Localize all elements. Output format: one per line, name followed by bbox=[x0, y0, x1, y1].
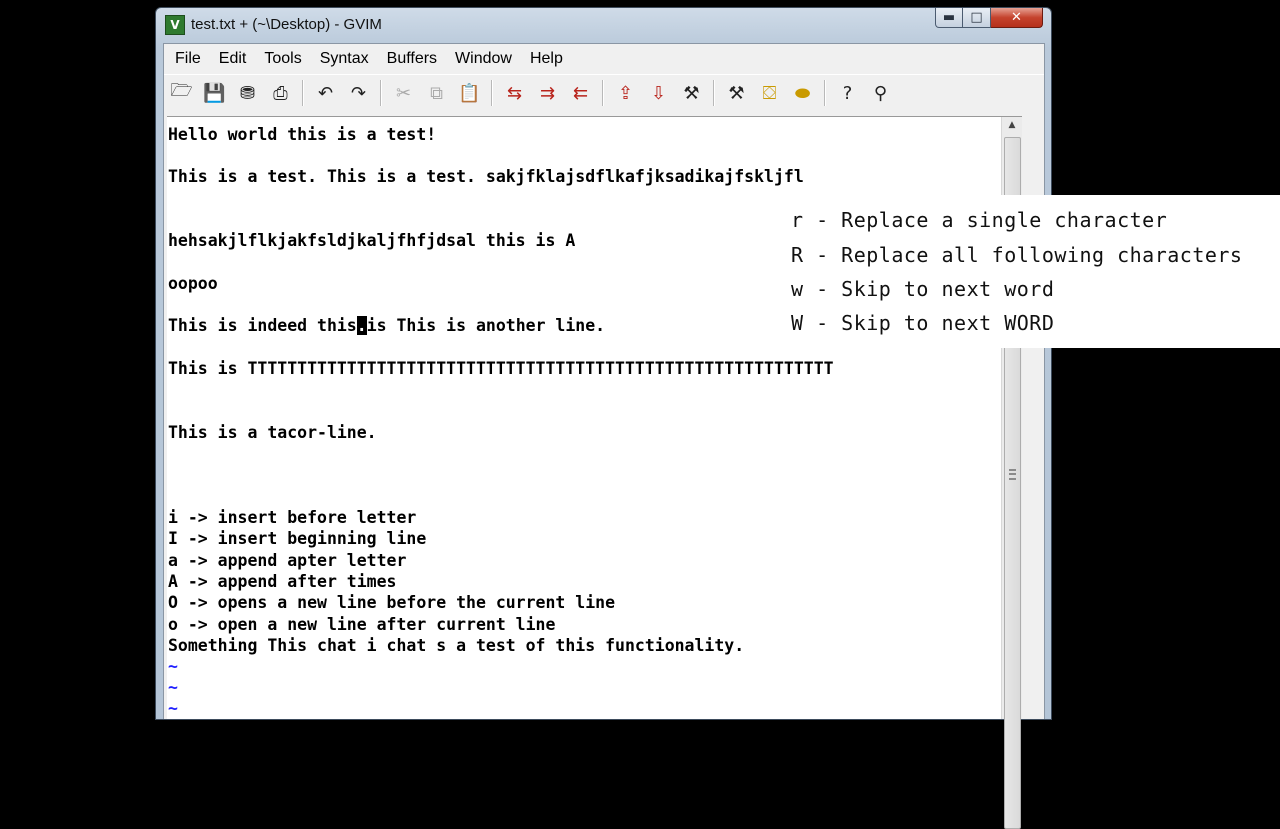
copy-icon[interactable]: ⧉ bbox=[422, 78, 451, 108]
menu-buffers[interactable]: Buffers bbox=[378, 44, 446, 74]
redo-icon[interactable]: ↷ bbox=[344, 78, 373, 108]
save-icon[interactable]: 💾 bbox=[200, 78, 229, 108]
maximize-button[interactable]: □ bbox=[963, 8, 991, 28]
menu-bar: File Edit Tools Syntax Buffers Window He… bbox=[164, 44, 1044, 74]
buffer-line: This is a test. This is a test. sakjfkla… bbox=[168, 167, 804, 186]
buffer-line: o -> open a new line after current line bbox=[168, 615, 556, 634]
buffer-line: hehsakjlflkjakfsldjkaljfhfjdsal this is … bbox=[168, 231, 576, 250]
scroll-up-arrow-icon[interactable]: ▲ bbox=[1002, 117, 1022, 134]
buffer-line: a -> append apter letter bbox=[168, 551, 407, 570]
find-next-icon[interactable]: ⇉ bbox=[533, 78, 562, 108]
toolbar-separator bbox=[491, 80, 493, 106]
undo-icon[interactable]: ↶ bbox=[311, 78, 340, 108]
close-button[interactable]: ✕ bbox=[991, 8, 1043, 28]
overlay-tip: w - Skip to next word bbox=[791, 277, 1055, 301]
line-text-after-cursor: is This is another line. bbox=[366, 316, 606, 335]
find-help-icon[interactable]: ⚲ bbox=[866, 78, 895, 108]
print-icon[interactable]: ⎙ bbox=[266, 78, 295, 108]
buffer-line: O -> opens a new line before the current… bbox=[168, 593, 616, 612]
toolbar-separator bbox=[602, 80, 604, 106]
shell-icon[interactable]: ⛋ bbox=[755, 78, 784, 108]
toolbar-separator bbox=[302, 80, 304, 106]
find-prev-icon[interactable]: ⇇ bbox=[566, 78, 595, 108]
toolbar-separator bbox=[380, 80, 382, 106]
toolbar: 🗁 💾 ⛃ ⎙ ↶ ↷ ✂ ⧉ 📋 ⇆ ⇉ ⇇ ⇪ ⇩ ⚒ ⚒ ⛋ ⬬ ? ⚲ bbox=[164, 74, 1044, 111]
text-cursor: . bbox=[356, 316, 367, 335]
paste-icon[interactable]: 📋 bbox=[455, 78, 484, 108]
buffer-line: A -> append after times bbox=[168, 572, 397, 591]
menu-tools[interactable]: Tools bbox=[255, 44, 310, 74]
tag-icon[interactable]: ⬬ bbox=[788, 78, 817, 108]
empty-line-tilde: ~ bbox=[168, 657, 178, 676]
toolbar-separator bbox=[713, 80, 715, 106]
save-session-icon[interactable]: ⇩ bbox=[644, 78, 673, 108]
buffer-line: I -> insert beginning line bbox=[168, 529, 427, 548]
make-icon[interactable]: ⚒ bbox=[722, 78, 751, 108]
buffer-line: oopoo bbox=[168, 274, 218, 293]
empty-line-tilde: ~ bbox=[168, 678, 178, 697]
menu-window[interactable]: Window bbox=[446, 44, 521, 74]
save-all-icon[interactable]: ⛃ bbox=[233, 78, 262, 108]
window-title: test.txt + (~\Desktop) - GVIM bbox=[191, 16, 382, 33]
run-script-icon[interactable]: ⚒ bbox=[677, 78, 706, 108]
overlay-tip: W - Skip to next WORD bbox=[791, 311, 1055, 335]
overlay-tip: R - Replace all following characters bbox=[791, 243, 1243, 267]
overlay-tip: r - Replace a single character bbox=[791, 208, 1168, 232]
buffer-line-with-cursor: This is indeed this.is This is another l… bbox=[168, 315, 605, 336]
toolbar-separator bbox=[824, 80, 826, 106]
menu-help[interactable]: Help bbox=[521, 44, 572, 74]
gvim-window: V test.txt + (~\Desktop) - GVIM ▬ □ ✕ Fi… bbox=[155, 7, 1052, 829]
buffer-line: Hello world this is a test! bbox=[168, 125, 437, 144]
client-area: File Edit Tools Syntax Buffers Window He… bbox=[163, 43, 1045, 829]
tips-overlay: r - Replace a single character R - Repla… bbox=[760, 195, 1280, 348]
replace-icon[interactable]: ⇆ bbox=[500, 78, 529, 108]
line-text-before-cursor: This is indeed this bbox=[168, 316, 357, 335]
menu-syntax[interactable]: Syntax bbox=[311, 44, 378, 74]
buffer-line: i -> insert before letter bbox=[168, 508, 417, 527]
load-session-icon[interactable]: ⇪ bbox=[611, 78, 640, 108]
menu-edit[interactable]: Edit bbox=[210, 44, 256, 74]
vim-icon[interactable]: V bbox=[165, 15, 185, 35]
empty-line-tilde: ~ bbox=[168, 699, 178, 718]
minimize-button[interactable]: ▬ bbox=[935, 8, 963, 28]
open-icon[interactable]: 🗁 bbox=[167, 78, 196, 108]
help-icon[interactable]: ? bbox=[833, 78, 862, 108]
buffer-line: This is TTTTTTTTTTTTTTTTTTTTTTTTTTTTTTTT… bbox=[168, 359, 834, 378]
cut-icon[interactable]: ✂ bbox=[389, 78, 418, 108]
buffer-line: This is a tacor-line. bbox=[168, 423, 377, 442]
buffer-line: Something This chat i chat s a test of t… bbox=[168, 636, 745, 655]
title-bar[interactable]: V test.txt + (~\Desktop) - GVIM ▬ □ ✕ bbox=[156, 8, 1051, 42]
scrollbar-grip-icon bbox=[1009, 469, 1016, 480]
menu-file[interactable]: File bbox=[166, 44, 210, 74]
